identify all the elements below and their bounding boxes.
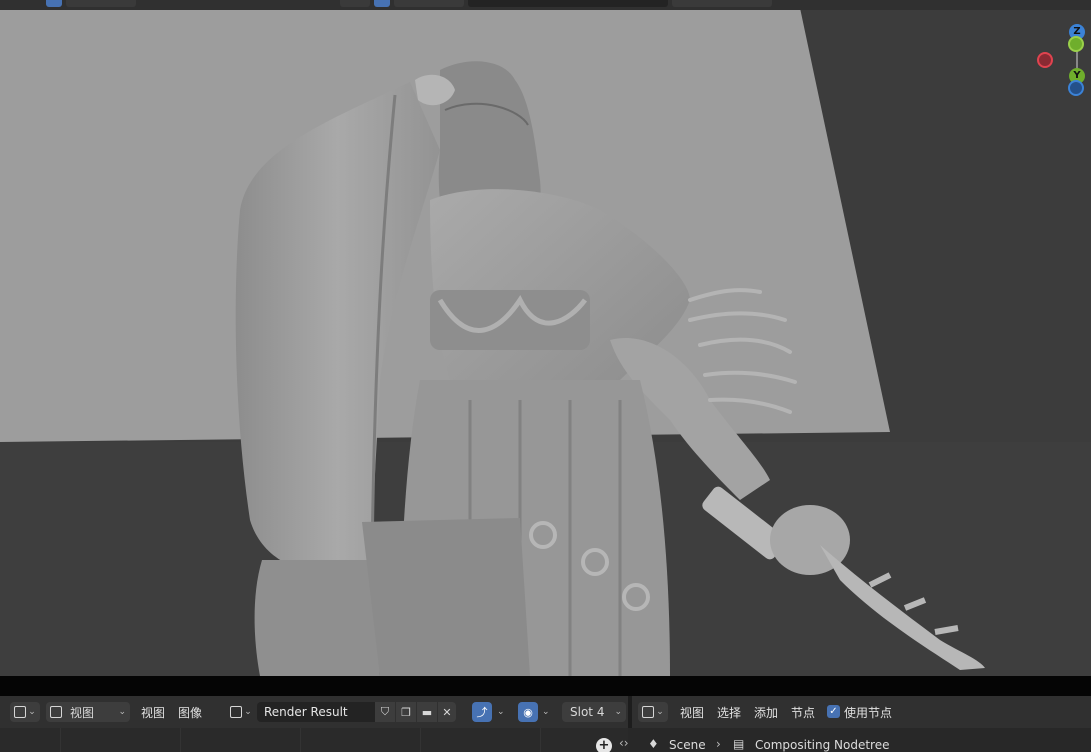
breadcrumb-chevron-icon: › [716,737,721,751]
new-image-icon[interactable]: ❐ [396,702,416,722]
unlink-close-icon[interactable]: ✕ [438,702,456,722]
selection-mode-group[interactable] [66,0,136,7]
chevron-down-icon: ⌄ [244,707,252,717]
grid-line [300,728,301,752]
view-mode-dropdown[interactable]: 视图 ⌄ [46,702,130,722]
viewport-search-field[interactable] [468,0,668,7]
compositor-header: ⌄ 视图 选择 添加 节点 ✓ 使用节点 [632,696,1091,728]
node-tree-icon: ▤ [733,737,745,751]
shading-mode-group[interactable] [394,0,464,7]
overlay-gizmo-icon[interactable]: ◉ [518,702,538,722]
use-nodes-checkbox[interactable]: ✓ [827,705,840,718]
breadcrumb-nodetree: Compositing Nodetree [755,738,890,752]
viewport-scene [0,8,1091,676]
chevron-down-icon[interactable]: ⌄ [542,707,550,717]
snapping-group[interactable] [672,0,772,7]
chevron-down-icon: ⌄ [614,707,622,717]
xray-toggle-icon[interactable] [374,0,390,7]
chevron-down-icon: ⌄ [118,707,126,717]
image-editor-icon [14,706,27,718]
grid-line [420,728,421,752]
menu-select[interactable]: 选择 [717,704,741,721]
chevron-down-icon[interactable]: ⌄ [497,707,505,717]
menu-image[interactable]: 图像 [178,704,202,721]
scene-icon: ♦ [648,737,659,751]
chevron-down-icon: ⌄ [656,707,664,717]
sample-tool-icon[interactable]: ⤴ [472,702,492,722]
grid-line [60,728,61,752]
use-nodes-label: 使用节点 [844,706,893,720]
gizmo-x-negative-icon[interactable] [1037,52,1053,68]
render-slot-label: Slot 4 [570,705,605,719]
node-editor-icon [642,706,655,718]
render-preview-strip [0,676,1091,696]
editor-content-row: + ‹› ♦ Scene › ▤ Compositing Nodetree [0,728,1091,752]
image-icon [50,706,62,718]
gizmo-z-negative-icon[interactable] [1068,80,1084,96]
editor-type-button[interactable]: ⌄ [10,702,40,722]
open-folder-icon[interactable]: ▬ [417,702,437,722]
image-name-field[interactable]: Render Result [257,702,375,722]
add-plus-icon[interactable]: + [596,738,612,752]
overlay-toggle[interactable] [340,0,370,7]
bottom-header-row: ⌄ 视图 ⌄ 视图 图像 ⌄ Render Result ⛉ ❐ ▬ ✕ ⤴ ⌄… [0,696,1091,728]
fake-user-shield-icon[interactable]: ⛉ [375,702,395,722]
grid-line [180,728,181,752]
gizmo-y-negative-icon[interactable] [1068,36,1084,52]
grid-line [540,728,541,752]
breadcrumb-scene: Scene [669,738,706,752]
editor-type-button[interactable]: ⌄ [638,702,668,722]
render-slot-dropdown[interactable]: Slot 4 ⌄ [562,702,626,722]
image-browse-icon [230,706,243,718]
front-cloth-panel [362,518,530,676]
menu-node[interactable]: 节点 [791,704,815,721]
menu-view[interactable]: 视图 [680,704,704,721]
image-browse-button[interactable]: ⌄ [226,702,256,722]
menu-view[interactable]: 视图 [141,704,165,721]
collapse-arrows-icon[interactable]: ‹› [619,736,629,750]
image-editor-canvas[interactable]: + ‹› [0,728,629,752]
select-box-icon[interactable] [46,0,62,7]
view-mode-label: 视图 [70,705,95,720]
menu-add[interactable]: 添加 [754,704,778,721]
3d-viewport[interactable]: Z Y [0,0,1091,676]
chevron-down-icon: ⌄ [28,707,36,717]
image-editor-header: ⌄ 视图 ⌄ 视图 图像 ⌄ Render Result ⛉ ❐ ▬ ✕ ⤴ ⌄… [0,696,628,728]
